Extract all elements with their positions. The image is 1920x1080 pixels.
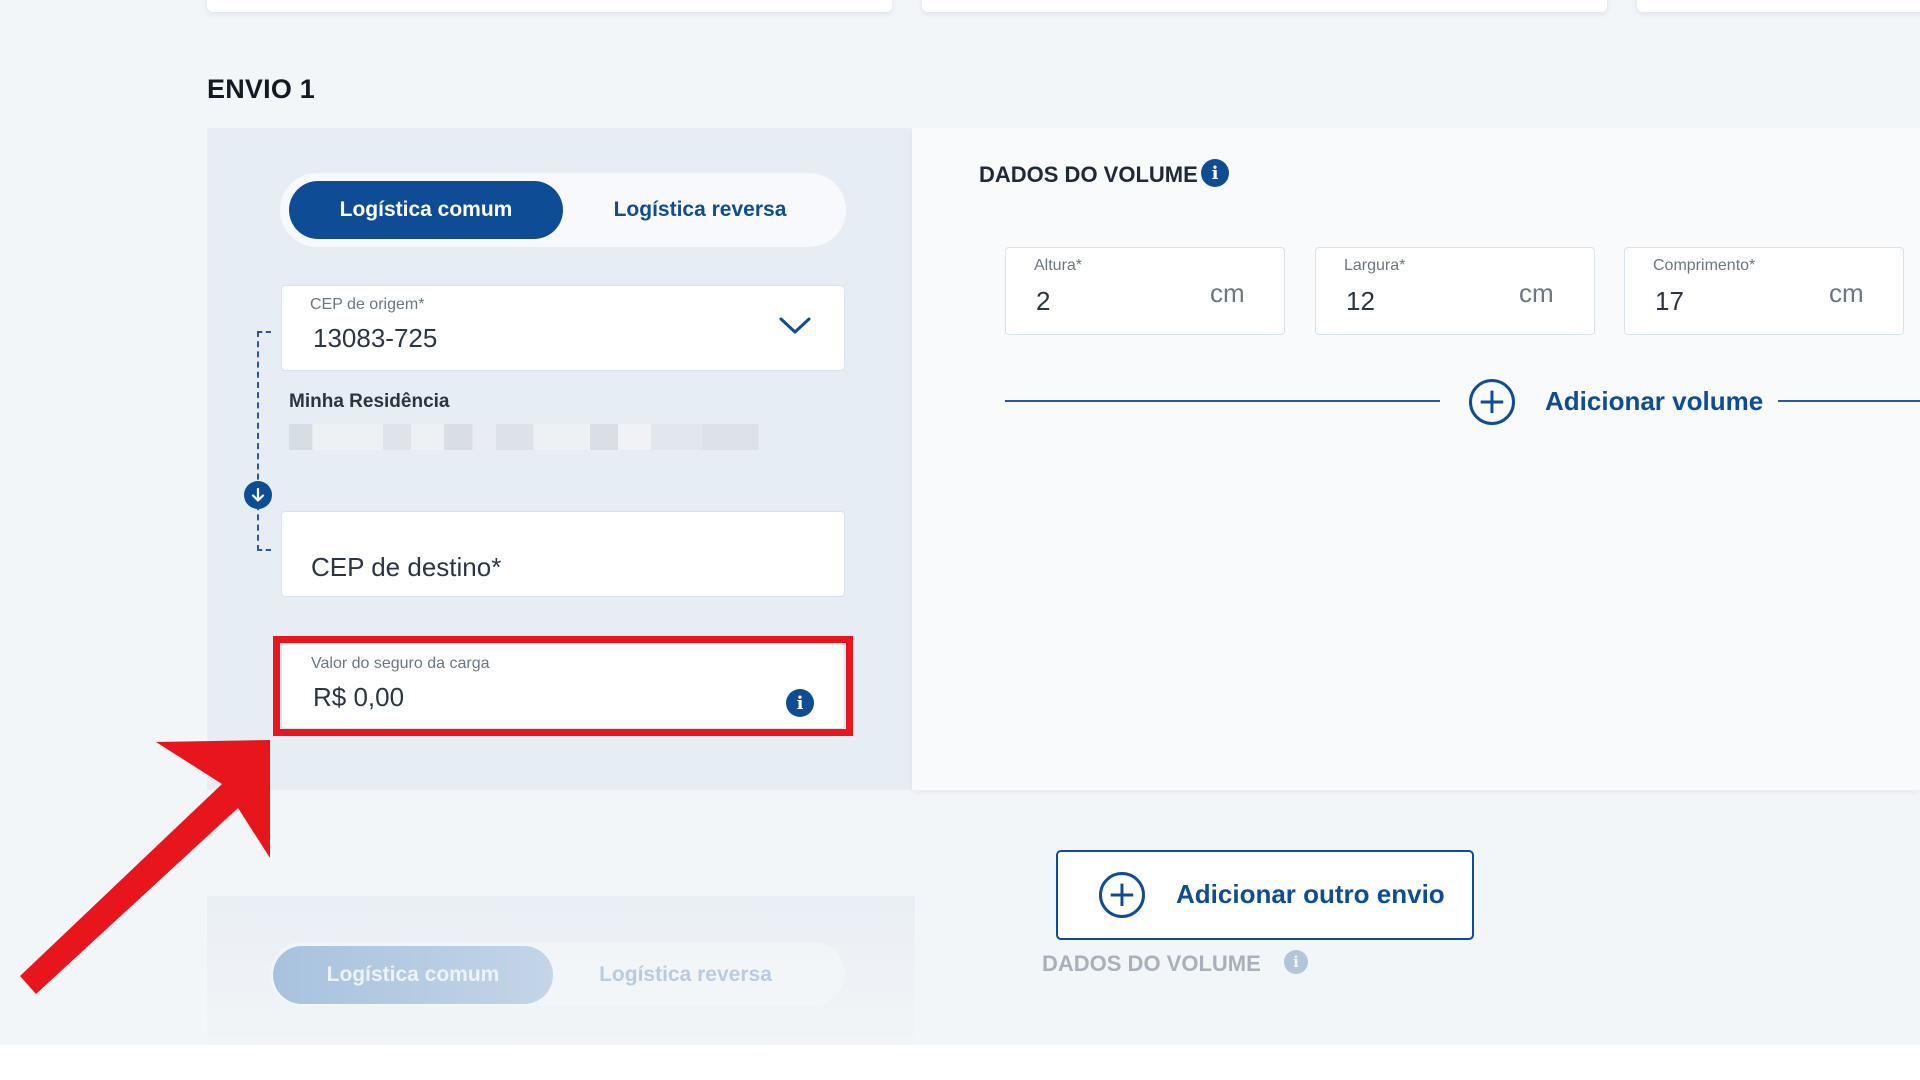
- altura-value: 2: [1036, 286, 1051, 316]
- cep-origem-select[interactable]: CEP de origem* 13083-725: [281, 285, 845, 371]
- route-connector-tick-bottom: [257, 549, 271, 551]
- comprimento-input[interactable]: Comprimento* 17 cm: [1624, 247, 1904, 335]
- largura-input[interactable]: Largura* 12 cm: [1315, 247, 1595, 335]
- add-volume-divider-left: [1005, 400, 1440, 402]
- chevron-down-icon[interactable]: [778, 316, 812, 336]
- volume-panel: [912, 128, 1920, 790]
- cep-origem-value: 13083-725: [313, 323, 438, 353]
- comprimento-value: 17: [1655, 286, 1684, 316]
- next-volume-title: DADOS DO VOLUME: [1042, 951, 1261, 976]
- volume-section-title: DADOS DO VOLUME: [979, 162, 1198, 187]
- add-shipment-plus-icon: +: [1099, 872, 1145, 918]
- origin-address-redacted: [289, 424, 759, 450]
- comprimento-unit: cm: [1829, 278, 1864, 308]
- add-volume-divider-right: [1778, 400, 1920, 402]
- cep-destino-input[interactable]: CEP de destino*: [281, 511, 845, 597]
- logistica-comum-tab[interactable]: Logística comum: [289, 181, 563, 239]
- altura-input[interactable]: Altura* 2 cm: [1005, 247, 1285, 335]
- largura-unit: cm: [1519, 278, 1554, 308]
- route-connector-line: [257, 331, 259, 551]
- altura-label: Altura*: [1034, 257, 1083, 274]
- next-logistica-comum-tab[interactable]: Logística comum: [273, 946, 553, 1004]
- annotation-highlight-box: [273, 636, 853, 736]
- section-title: ENVIO 1: [207, 74, 315, 104]
- logistica-reversa-tab[interactable]: Logística reversa: [563, 181, 837, 239]
- arrow-down-icon: [244, 481, 272, 509]
- top-card-1: [207, 0, 892, 12]
- route-connector-tick-top: [257, 331, 271, 333]
- next-logistica-reversa-tab[interactable]: Logística reversa: [563, 946, 808, 1004]
- page-bottom-area: [0, 1045, 1920, 1080]
- plus-circle-icon[interactable]: +: [1469, 379, 1515, 425]
- next-volume-info-icon: i: [1284, 950, 1308, 974]
- altura-unit: cm: [1210, 278, 1245, 308]
- add-volume-button[interactable]: Adicionar volume: [1545, 386, 1763, 417]
- largura-value: 12: [1346, 286, 1375, 316]
- comprimento-label: Comprimento*: [1653, 257, 1756, 274]
- volume-info-icon[interactable]: i: [1201, 159, 1229, 187]
- cep-origem-label: CEP de origem*: [310, 296, 425, 313]
- largura-label: Largura*: [1344, 257, 1406, 274]
- cep-destino-placeholder: CEP de destino*: [311, 552, 502, 582]
- top-card-3: [1637, 0, 1920, 12]
- origin-address-name: Minha Residência: [289, 391, 450, 412]
- top-card-2: [922, 0, 1607, 12]
- add-another-shipment-label[interactable]: Adicionar outro envio: [1176, 879, 1445, 910]
